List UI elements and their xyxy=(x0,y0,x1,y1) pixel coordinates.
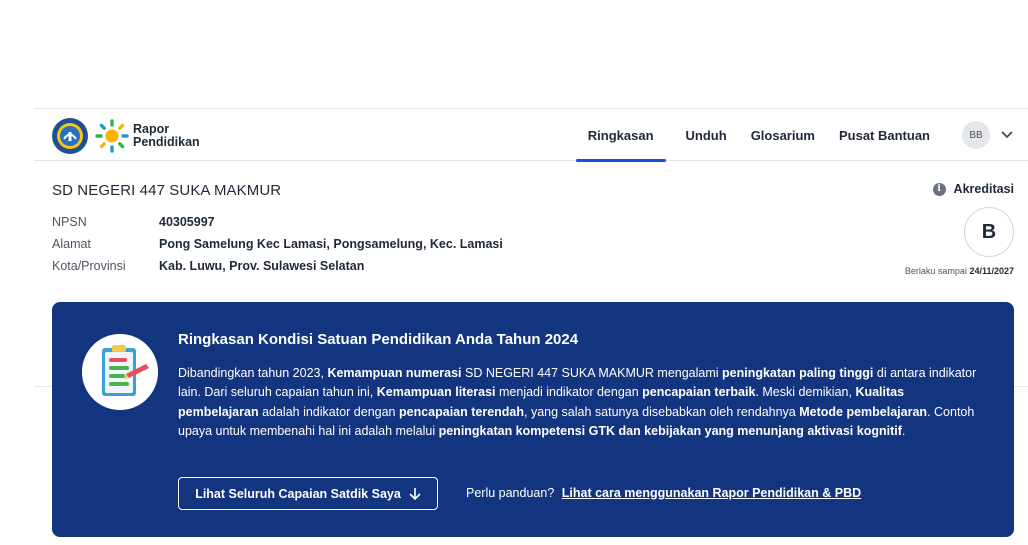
guide-link[interactable]: Lihat cara menggunakan Rapor Pendidikan … xyxy=(562,486,861,500)
view-all-achievements-button[interactable]: Lihat Seluruh Capaian Satdik Saya xyxy=(178,477,438,510)
summary-title: Ringkasan Kondisi Satuan Pendidikan Anda… xyxy=(178,331,579,348)
nav-unduh[interactable]: Unduh xyxy=(674,109,739,161)
alamat-value: Pong Samelung Kec Lamasi, Pongsamelung, … xyxy=(159,237,503,251)
nav-pusat-bantuan[interactable]: Pusat Bantuan xyxy=(827,109,942,161)
main-nav: Ringkasan Unduh Glosarium Pusat Bantuan … xyxy=(575,109,1028,162)
tut-wuri-emblem-icon xyxy=(52,118,88,154)
npsn-label: NPSN xyxy=(52,215,87,229)
summary-text: adalah indikator dengan xyxy=(258,404,399,419)
accreditation-label: Akreditasi xyxy=(953,182,1014,196)
summary-highlight: pencapaian terendah xyxy=(398,404,525,419)
arrow-down-icon xyxy=(409,487,421,500)
rapor-sun-icon xyxy=(94,118,130,154)
logo-line2: Pendidikan xyxy=(133,135,200,149)
info-icon[interactable]: i xyxy=(932,182,946,196)
summary-body: Dibandingkan tahun 2023, Kemampuan numer… xyxy=(178,364,978,442)
view-all-label: Lihat Seluruh Capaian Satdik Saya xyxy=(195,486,401,501)
summary-card: Ringkasan Kondisi Satuan Pendidikan Anda… xyxy=(52,302,1014,537)
validity-date: 24/11/2027 xyxy=(969,266,1014,276)
chevron-down-icon[interactable] xyxy=(996,124,1018,146)
help-line: Perlu panduan? Lihat cara menggunakan Ra… xyxy=(466,486,861,500)
accreditation-header: i Akreditasi xyxy=(932,182,1014,196)
alamat-label: Alamat xyxy=(52,237,91,251)
report-clipboard-icon xyxy=(82,334,158,410)
summary-highlight: peningkatan kompetensi GTK dan kebijakan… xyxy=(438,424,902,439)
site-logo[interactable]: Rapor Pendidikan xyxy=(52,118,200,154)
accreditation-validity: Berlaku sampai 24/11/2027 xyxy=(905,266,1014,276)
help-text: Perlu panduan? xyxy=(466,486,555,500)
summary-highlight: Metode pembelajaran xyxy=(799,404,928,419)
validity-prefix: Berlaku sampai xyxy=(904,266,967,276)
logo-text: Rapor Pendidikan xyxy=(133,123,200,149)
summary-highlight: Kemampuan numerasi xyxy=(327,366,462,380)
nav-ringkasan[interactable]: Ringkasan xyxy=(575,109,666,162)
accreditation-grade: B xyxy=(964,207,1014,257)
summary-text: , yang salah satunya disebabkan oleh ren… xyxy=(524,404,800,419)
top-navbar: Rapor Pendidikan Ringkasan Unduh Glosari… xyxy=(34,109,1028,162)
summary-highlight: peningkatan paling tinggi xyxy=(722,366,874,380)
summary-highlight: pencapaian terbaik xyxy=(642,385,756,400)
summary-text: . Meski demikian, xyxy=(755,385,856,400)
summary-highlight: Kemampuan literasi xyxy=(376,385,496,400)
summary-text: menjadi indikator dengan xyxy=(495,385,643,400)
kota-label: Kota/Provinsi xyxy=(52,259,126,273)
summary-text: SD NEGERI 447 SUKA MAKMUR mengalami xyxy=(461,366,723,380)
summary-text: . xyxy=(901,424,906,439)
user-avatar[interactable]: BB xyxy=(962,121,990,149)
kota-value: Kab. Luwu, Prov. Sulawesi Selatan xyxy=(159,259,365,273)
npsn-value: 40305997 xyxy=(159,215,215,229)
summary-text: Dibandingkan tahun 2023, xyxy=(178,366,328,380)
nav-glosarium[interactable]: Glosarium xyxy=(739,109,827,161)
school-name: SD NEGERI 447 SUKA MAKMUR xyxy=(52,182,282,199)
